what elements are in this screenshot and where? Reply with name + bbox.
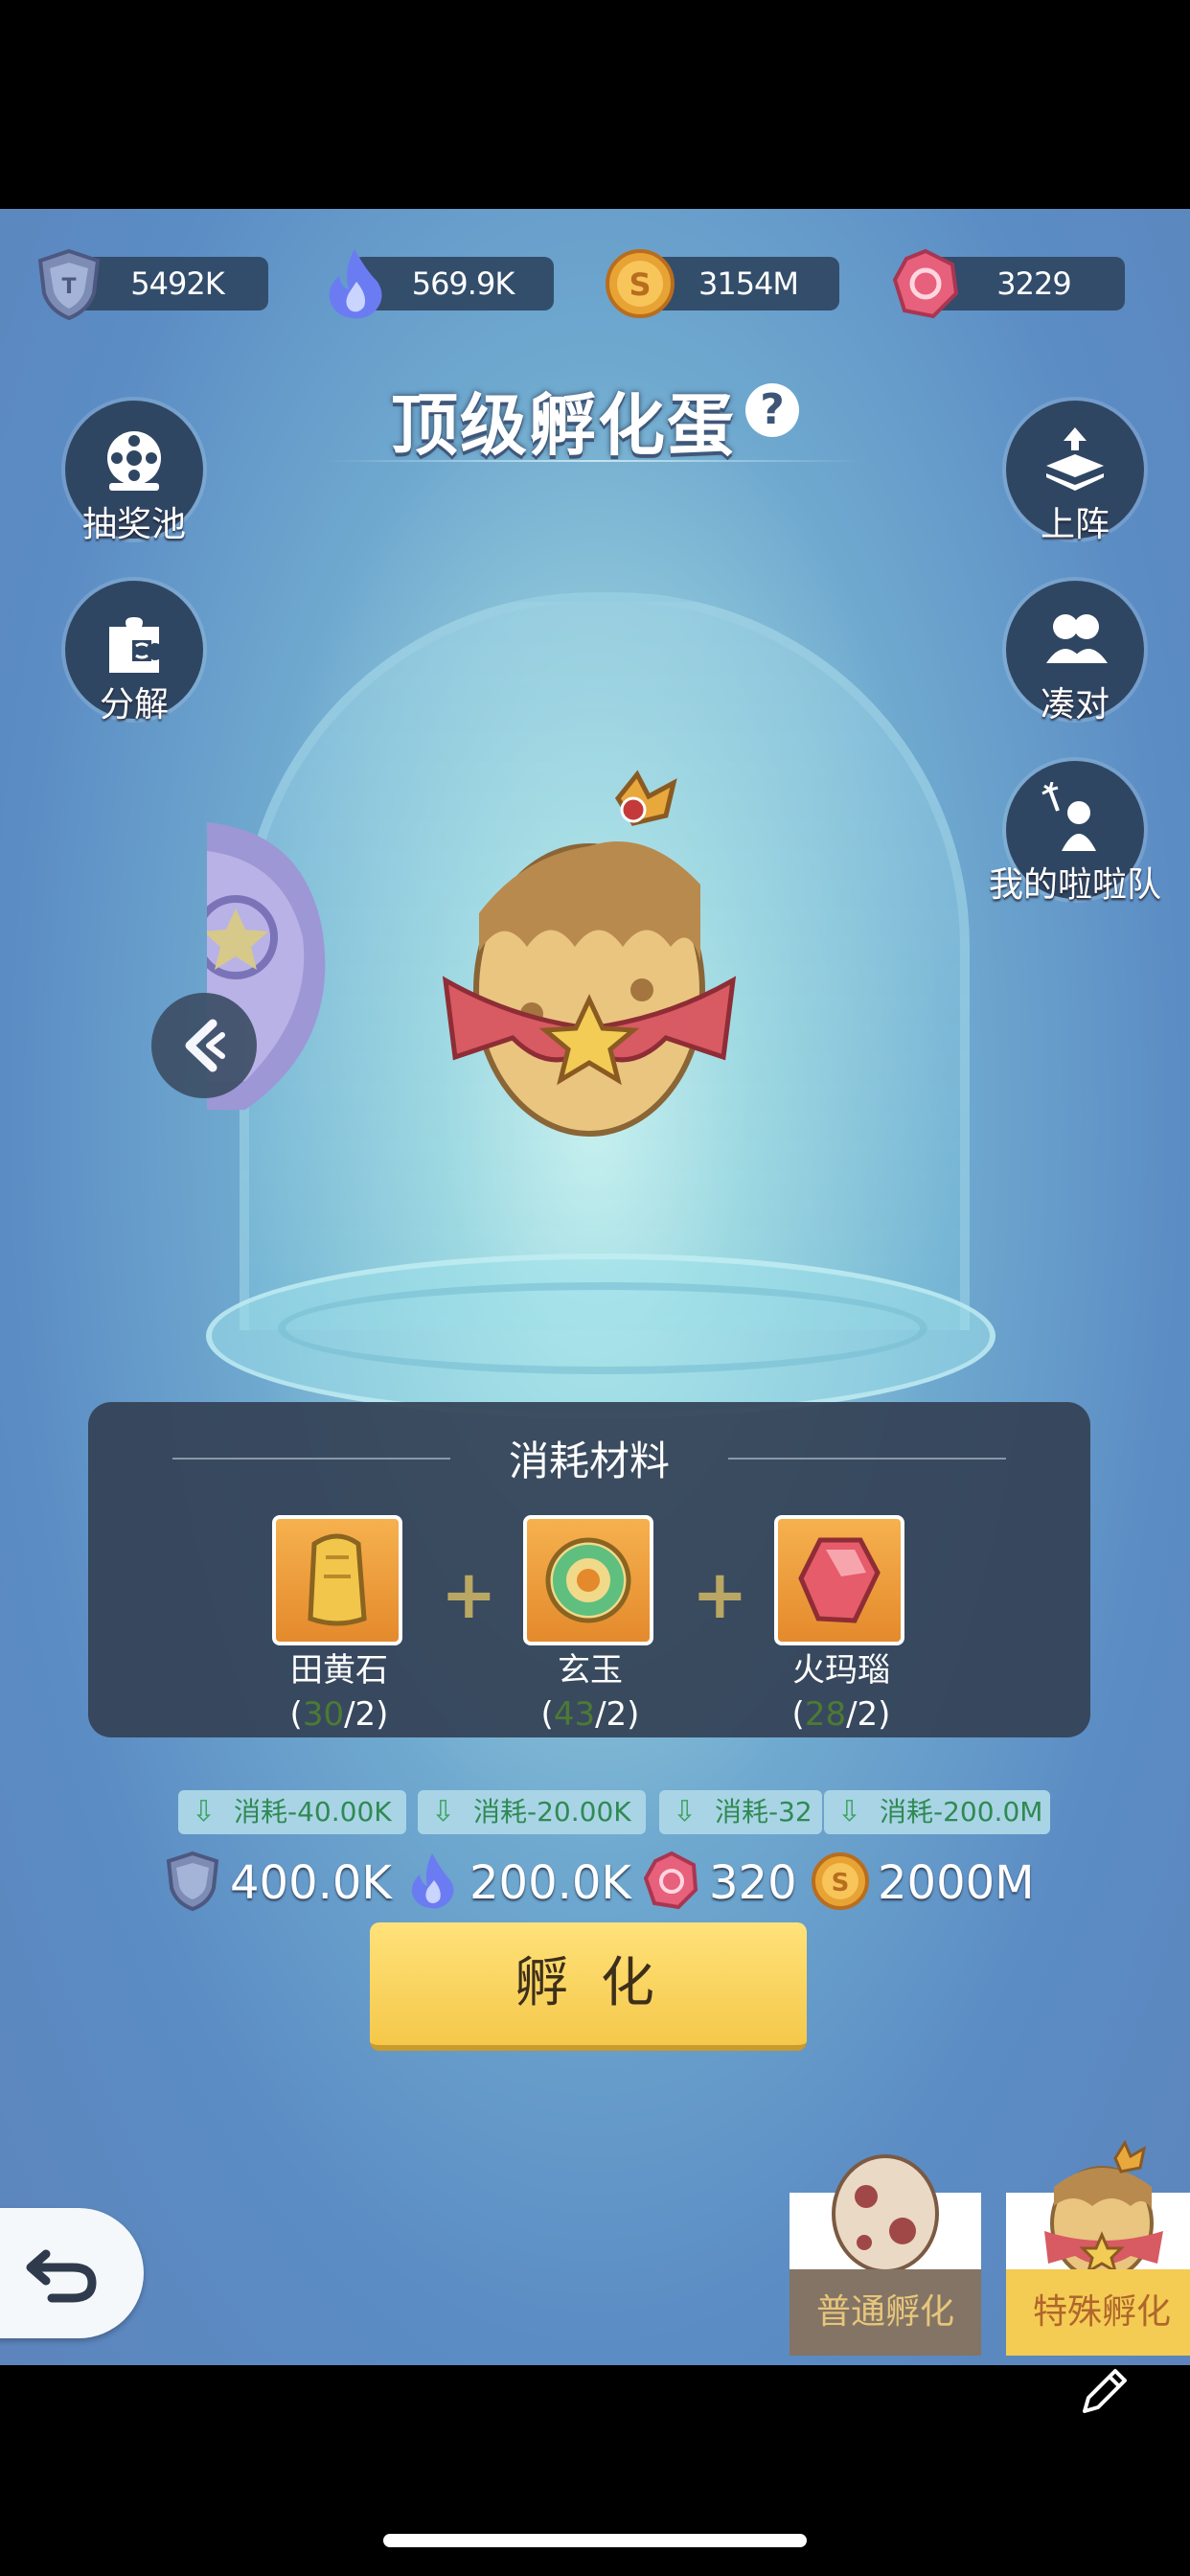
cost-gem: 320 — [640, 1850, 803, 1917]
arrow-down-icon: ⇩ — [837, 1795, 862, 1828]
plus-sign: + — [441, 1555, 497, 1634]
tab-special-hatch-label: 特殊孵化 — [1006, 2269, 1190, 2356]
home-indicator[interactable] — [383, 2534, 807, 2547]
cost-coin: S 2000M — [809, 1850, 1058, 1917]
page-title: 顶级孵化蛋 — [391, 386, 736, 465]
svg-text:T: T — [61, 275, 76, 299]
tab-normal-hatch[interactable]: 普通孵化 — [790, 2154, 981, 2356]
back-button[interactable] — [0, 2208, 144, 2338]
cost-flame-value: 200.0K — [469, 1856, 631, 1910]
tianhuang-stone-icon — [308, 1533, 367, 1626]
discount-tag-coin: ⇩ 消耗-200.0M — [824, 1790, 1050, 1834]
pairing-button[interactable]: 凑对 — [1006, 581, 1144, 724]
pairing-label: 凑对 — [1040, 685, 1110, 724]
material-name: 玄玉 — [558, 1651, 623, 1690]
tab-special-hatch[interactable]: 特殊孵化 — [1006, 2139, 1190, 2356]
material-item[interactable]: 火玛瑙 (28/2) — [774, 1515, 908, 1734]
resource-flame: 569.9K — [314, 249, 563, 319]
title-divider — [326, 460, 862, 462]
resource-shield: T 5492K — [29, 248, 278, 321]
material-item[interactable]: 田黄石 (30/2) — [272, 1515, 406, 1734]
stack-up-icon — [1046, 427, 1104, 491]
film-reel-icon — [107, 431, 161, 491]
top-hatch-egg-image — [442, 770, 737, 1137]
svg-text:S: S — [832, 1869, 850, 1898]
cost-shield-value: 400.0K — [230, 1856, 392, 1910]
plain-egg-icon — [832, 2154, 939, 2273]
cheerleader-icon — [1041, 782, 1096, 851]
chevron-left-icon — [185, 1019, 225, 1072]
cost-gem-value: 320 — [709, 1856, 797, 1910]
lottery-pool-label: 抽奖池 — [81, 505, 186, 544]
material-item[interactable]: 玄玉 (43/2) — [523, 1515, 657, 1734]
discount-tag-gem: ⇩ 消耗-32 — [659, 1790, 822, 1834]
crown-egg-icon — [1044, 2139, 1163, 2281]
fire-agate-icon — [798, 1537, 881, 1623]
svg-text:S: S — [629, 266, 651, 303]
shield-icon — [166, 1851, 219, 1912]
arrow-down-icon: ⇩ — [431, 1795, 456, 1828]
platform-ring — [278, 1282, 927, 1374]
arrow-down-icon: ⇩ — [192, 1795, 217, 1828]
material-count: (30/2) — [289, 1695, 389, 1734]
cost-flame: 200.0K — [400, 1850, 631, 1917]
decompose-label: 分解 — [99, 685, 169, 724]
people-icon — [1046, 614, 1108, 663]
resource-shield-value: 5492K — [130, 265, 224, 302]
cost-coin-value: 2000M — [878, 1856, 1035, 1910]
coin-icon: S — [812, 1852, 869, 1910]
puzzle-icon — [109, 617, 159, 673]
resource-coin: S 3154M — [600, 249, 849, 318]
deploy-label: 上阵 — [1040, 505, 1110, 544]
help-button[interactable]: ? — [745, 383, 799, 437]
material-name: 田黄石 — [290, 1651, 388, 1690]
cost-shield: 400.0K — [161, 1850, 392, 1917]
pink-gem-icon — [643, 1851, 698, 1910]
arrow-down-icon: ⇩ — [673, 1795, 698, 1828]
previous-egg-button[interactable] — [151, 993, 257, 1098]
hatch-button[interactable]: 孵 化 — [370, 1922, 807, 2051]
material-count: (43/2) — [540, 1695, 640, 1734]
material-name: 火玛瑙 — [792, 1651, 890, 1690]
materials-panel: 消耗材料 田黄石 (30/2) + 玄玉 (43/2) + 火玛瑙 (28/2) — [88, 1402, 1090, 1737]
blue-flame-icon — [411, 1853, 454, 1909]
resource-gem: 3229 — [885, 248, 1134, 319]
resource-gem-value: 3229 — [996, 265, 1071, 302]
plus-sign: + — [692, 1555, 748, 1634]
deploy-button[interactable]: 上阵 — [1006, 401, 1144, 544]
pencil-edit-icon[interactable] — [1075, 2363, 1133, 2421]
discount-tag-flame: ⇩ 消耗-20.00K — [418, 1790, 646, 1834]
panel-divider-right — [728, 1458, 1006, 1460]
resource-flame-value: 569.9K — [411, 265, 515, 302]
resource-coin-value: 3154M — [698, 265, 799, 302]
material-count: (28/2) — [791, 1695, 891, 1734]
my-cheer-squad-button[interactable]: 我的啦啦队 — [989, 761, 1161, 905]
discount-tag-shield: ⇩ 消耗-40.00K — [178, 1790, 406, 1834]
return-arrow-icon — [26, 2249, 97, 2303]
decompose-button[interactable]: 分解 — [65, 581, 203, 724]
lottery-pool-button[interactable]: 抽奖池 — [65, 401, 203, 544]
game-scene: T 5492K 569.9K S 3154M 3229 顶级孵化蛋? 抽奖池 分… — [0, 209, 1190, 2365]
jade-ring-icon — [545, 1537, 631, 1623]
my-cheer-squad-label: 我的啦啦队 — [988, 865, 1161, 905]
tab-normal-hatch-label: 普通孵化 — [790, 2269, 981, 2356]
